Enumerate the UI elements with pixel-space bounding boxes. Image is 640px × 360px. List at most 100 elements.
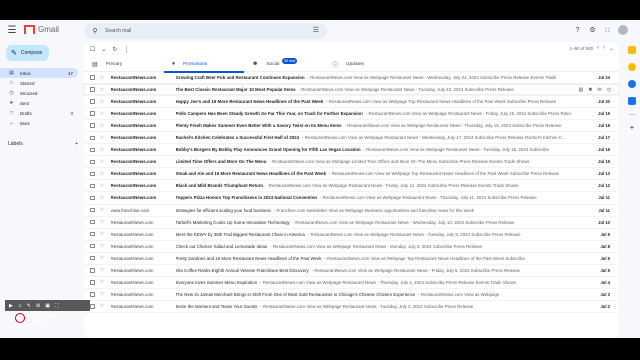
star-icon[interactable]: ☆ (100, 87, 106, 93)
email-row[interactable]: ☆ RestaurantNews.com Everyone loves Summer… (84, 277, 619, 289)
email-row[interactable]: ☆ RestaurantNews.com Limited Time Offers a… (84, 156, 619, 169)
row-checkbox[interactable] (90, 219, 95, 225)
email-row[interactable]: ☆ RestaurantNews.com Pollo Campero Has Bee… (84, 108, 619, 121)
star-icon[interactable]: ☆ (100, 243, 106, 249)
star-icon[interactable]: ☆ (100, 303, 106, 309)
search-options-icon[interactable]: ☰ (313, 26, 319, 34)
email-row[interactable]: ☆ RestaurantNews.com Toppers Pizza Honors … (84, 192, 619, 205)
search-bar[interactable]: ⚲ Search mail ☰ (84, 23, 327, 39)
email-row[interactable]: ☆ RestaurantNews.com Rachel's Kitchen Cele… (84, 132, 619, 145)
add-label-icon[interactable]: + (75, 141, 78, 147)
delete-icon[interactable]: ✖ (588, 87, 592, 93)
email-row[interactable]: ☆ RestaurantNews.com Pretty Sardines and 1… (84, 253, 619, 265)
row-checkbox[interactable] (90, 87, 95, 92)
star-icon[interactable]: ☆ (100, 99, 106, 105)
email-row[interactable]: ☆ RestaurantNews.com Plenty Fresh Makes Su… (84, 120, 619, 133)
keep-icon[interactable] (628, 63, 636, 71)
sidebar-item-starred[interactable]: ☆ Starred (0, 78, 78, 88)
row-checkbox[interactable] (90, 255, 95, 261)
email-row[interactable]: ☆ RestaurantNews.com Check out Chicken Sal… (84, 241, 619, 253)
add-addon-icon[interactable]: + (630, 124, 635, 132)
row-checkbox[interactable] (90, 75, 95, 80)
next-page-icon[interactable]: › (603, 45, 605, 52)
row-checkbox[interactable] (90, 135, 95, 140)
email-row[interactable]: ☆ RestaurantNews.com Black and Mild Brands… (84, 180, 619, 193)
volume-icon[interactable]: ♫ (18, 303, 22, 309)
row-checkbox[interactable] (90, 195, 95, 201)
star-icon[interactable]: ☆ (100, 207, 106, 213)
support-icon[interactable]: ? (573, 26, 582, 35)
star-icon[interactable]: ☆ (100, 195, 106, 201)
more-vert-icon[interactable]: ⋮ (123, 46, 129, 53)
row-checkbox[interactable] (90, 207, 95, 213)
main-menu-icon[interactable]: ☰ (6, 25, 18, 37)
email-row[interactable]: ☆ RestaurantNews.com Happy Joe's and 19 Mo… (84, 96, 619, 109)
tab-updates[interactable]: ⓘ Updates (324, 56, 404, 72)
star-icon[interactable]: ☆ (100, 171, 106, 177)
email-row[interactable]: ☆ RestaurantNews.com Seize the Moment and … (84, 301, 619, 313)
row-checkbox[interactable] (90, 123, 95, 128)
captions-icon[interactable]: ▣ (45, 303, 50, 309)
star-icon[interactable]: ☆ (100, 255, 106, 261)
apps-grid-icon[interactable]: ∷ (603, 26, 612, 35)
gmail-logo[interactable]: Gmail (24, 25, 59, 34)
star-icon[interactable]: ☆ (100, 111, 106, 117)
star-icon[interactable]: ☆ (100, 147, 106, 153)
fullscreen-icon[interactable]: ⛶ (55, 303, 59, 309)
snooze-icon[interactable]: ◷ (607, 87, 611, 93)
tasks-icon[interactable] (628, 80, 636, 88)
settings-icon[interactable]: ⚙ (36, 303, 40, 309)
email-row[interactable]: ☆ RestaurantNews.com The Best Classic Rest… (84, 84, 619, 97)
star-icon[interactable]: ☆ (100, 123, 106, 129)
tab-promotions[interactable]: ♦ Promotions (164, 56, 244, 73)
edit-icon[interactable]: ✎ (27, 303, 31, 309)
star-icon[interactable]: ☆ (100, 135, 106, 141)
star-icon[interactable]: ☆ (100, 183, 106, 189)
star-icon[interactable]: ☆ (100, 159, 106, 165)
select-dropdown-icon[interactable]: ⌄ (101, 46, 106, 53)
sidebar-item-inbox[interactable]: ▤ Inbox 47 (0, 68, 78, 78)
star-icon[interactable]: ☆ (100, 279, 106, 285)
gear-icon[interactable]: ⚙ (588, 26, 597, 35)
select-all-checkbox[interactable]: ☐ (90, 46, 95, 53)
star-icon[interactable]: ☆ (100, 75, 106, 81)
row-checkbox[interactable] (90, 147, 95, 153)
refresh-icon[interactable]: ↻ (112, 46, 117, 53)
row-checkbox[interactable] (90, 268, 95, 273)
calendar-icon[interactable] (628, 46, 636, 54)
mark-read-icon[interactable]: ✉ (597, 87, 601, 93)
sidebar-item-snoozed[interactable]: ◷ Snoozed (0, 88, 78, 98)
avatar[interactable] (618, 25, 628, 35)
archive-icon[interactable]: ▤ (578, 87, 583, 93)
search-icon[interactable]: ⚲ (89, 27, 101, 35)
email-row[interactable]: ☆ www.franchise.com Strategies for efficie… (84, 205, 619, 217)
compose-button[interactable]: ✎ Compose (6, 45, 49, 61)
star-icon[interactable]: ☆ (100, 231, 106, 237)
row-checkbox[interactable] (90, 280, 95, 285)
row-checkbox[interactable] (90, 292, 95, 297)
star-icon[interactable]: ☆ (100, 267, 106, 273)
email-row[interactable]: ☆ RestaurantNews.com Steak and Ale and 19 … (84, 168, 619, 181)
row-checkbox[interactable] (90, 231, 95, 237)
email-row[interactable]: ☆ RestaurantNews.com Bobby's Burgers By Bo… (84, 144, 619, 157)
search-input[interactable]: Search mail (105, 28, 131, 34)
row-checkbox[interactable] (90, 183, 95, 189)
tab-social[interactable]: ☻ Social 50 new (244, 56, 324, 72)
contacts-icon[interactable] (628, 97, 636, 105)
email-row[interactable]: ☆ RestaurantNews.com Meet the KEWY by 30th… (84, 229, 619, 241)
row-checkbox[interactable] (90, 99, 95, 104)
star-icon[interactable]: ☆ (100, 219, 106, 225)
email-row[interactable]: ☆ RestaurantNews.com Growing Craft Beer Pu… (84, 72, 619, 85)
tab-primary[interactable]: ▤ Primary (84, 56, 164, 72)
sidebar-item-drafts[interactable]: □ Drafts 3 (0, 108, 78, 118)
row-checkbox[interactable] (90, 304, 95, 309)
email-row[interactable]: ☆ RestaurantNews.com The New Jo Jamas Merc… (84, 289, 619, 301)
email-row[interactable]: ☆ RestaurantNews.com Kila Coffee Ranks Eig… (84, 265, 619, 277)
input-tools-icon[interactable]: ⌄ (609, 45, 614, 52)
email-row[interactable]: ☆ RestaurantNews.com Tarbell's Marketing C… (84, 217, 619, 229)
row-checkbox[interactable] (90, 243, 95, 249)
row-checkbox[interactable] (90, 111, 95, 116)
sidebar-item-more[interactable]: ⌄ More (0, 118, 78, 128)
play-icon[interactable]: ▶ (9, 303, 13, 309)
star-icon[interactable]: ☆ (100, 291, 106, 297)
